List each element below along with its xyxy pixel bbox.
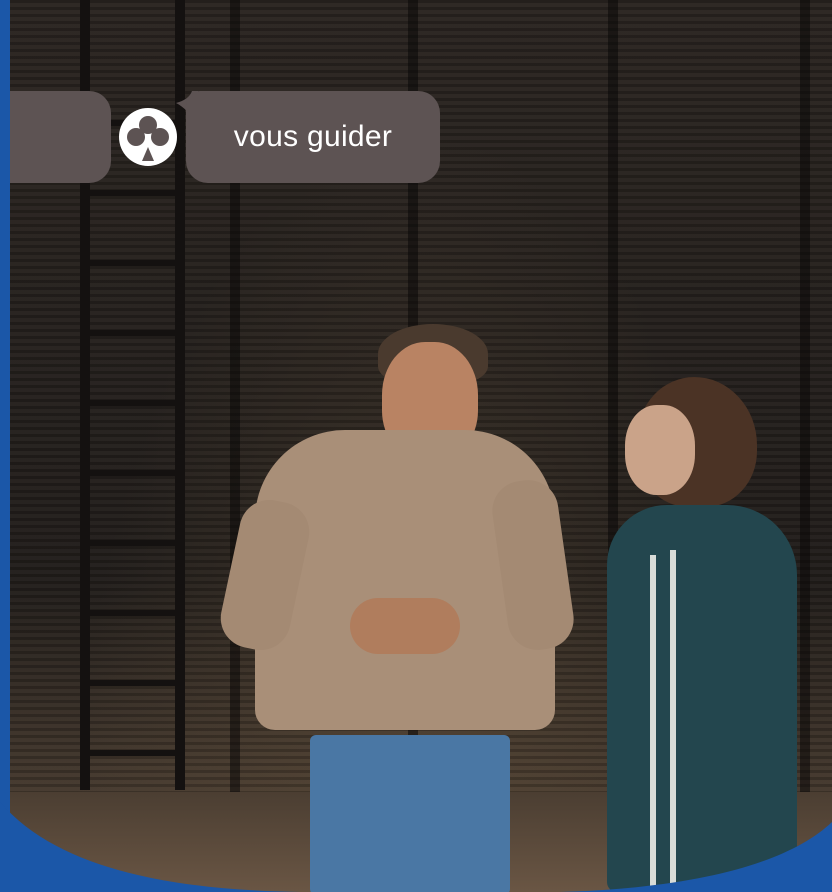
bottom-brand-curve <box>0 802 832 892</box>
speech-badge: vous guider <box>186 91 440 183</box>
badge-text: vous guider <box>233 120 393 153</box>
person-symbol-icon <box>119 108 177 166</box>
speech-badge-left <box>10 91 111 183</box>
left-brand-bar <box>0 0 10 892</box>
